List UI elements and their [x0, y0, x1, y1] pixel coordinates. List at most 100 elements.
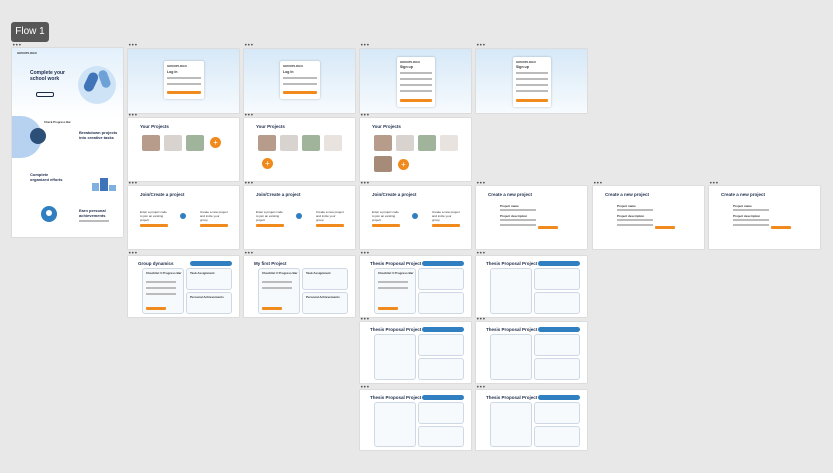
create-name-input[interactable] [500, 209, 536, 211]
checklist-panel [374, 402, 416, 447]
project-thumb[interactable] [258, 135, 276, 151]
project-thumb[interactable] [164, 135, 182, 151]
signup-field[interactable] [400, 78, 432, 80]
dashboard-frame-7[interactable]: Thesis Proposal Project [360, 390, 471, 450]
login-brand: GROUPLOGO [167, 64, 187, 68]
create-submit-button[interactable] [771, 226, 791, 229]
add-project-button[interactable]: + [262, 158, 273, 169]
join-button[interactable] [256, 224, 284, 227]
create-button[interactable] [432, 224, 460, 227]
login-button[interactable] [283, 91, 317, 94]
project-thumb[interactable] [374, 135, 392, 151]
projects-frame-1[interactable]: Your Projects + [128, 118, 239, 181]
hero-button[interactable] [36, 92, 54, 97]
group-code-pill[interactable] [538, 395, 580, 400]
add-project-button[interactable]: + [210, 137, 221, 148]
checklist-item[interactable] [262, 281, 292, 283]
checklist-item[interactable] [262, 287, 292, 289]
signup-button[interactable] [516, 99, 548, 102]
create-button[interactable] [200, 224, 228, 227]
dashboard-frame-8[interactable]: Thesis Proposal Project [476, 390, 587, 450]
projects-frame-3[interactable]: Your Projects + [360, 118, 471, 181]
signup-field[interactable] [516, 84, 548, 86]
login-button[interactable] [167, 91, 201, 94]
frame-handle[interactable]: ••• [128, 43, 138, 49]
project-thumb[interactable] [302, 135, 320, 151]
login-frame-1[interactable]: GROUPLOGO Log in [128, 49, 239, 113]
checklist-item[interactable] [146, 293, 176, 295]
join-frame-3[interactable]: Join/Create a project Enter a project co… [360, 186, 471, 249]
group-code-pill[interactable] [422, 395, 464, 400]
login-frame-2[interactable]: GROUPLOGO Log in [244, 49, 355, 113]
login-email-field[interactable] [167, 77, 201, 79]
signup-field[interactable] [516, 78, 548, 80]
group-code-pill[interactable] [538, 327, 580, 332]
project-thumb[interactable] [280, 135, 298, 151]
login-email-field[interactable] [283, 77, 317, 79]
checklist-panel [374, 334, 416, 380]
create-frame-1[interactable]: Create a new project Project name Projec… [476, 186, 587, 249]
create-submit-button[interactable] [655, 226, 675, 229]
project-thumb[interactable] [186, 135, 204, 151]
dashboard-frame-6[interactable]: Thesis Proposal Project [476, 322, 587, 383]
dashboard-frame-5[interactable]: Thesis Proposal Project [360, 322, 471, 383]
join-button[interactable] [372, 224, 400, 227]
signup-frame-1[interactable]: GROUPLOGO Sign up [360, 49, 471, 113]
project-thumb[interactable] [374, 156, 392, 172]
create-desc-input[interactable] [500, 219, 536, 221]
group-code-pill[interactable] [190, 261, 232, 266]
task-panel [534, 402, 580, 424]
signup-field[interactable] [516, 72, 548, 74]
login-password-field[interactable] [283, 83, 317, 85]
frame-handle[interactable]: ••• [360, 43, 370, 49]
create-name-input[interactable] [617, 209, 653, 211]
join-frame-2[interactable]: Join/Create a project Enter a project co… [244, 186, 355, 249]
projects-frame-2[interactable]: Your Projects + [244, 118, 355, 181]
join-button[interactable] [140, 224, 168, 227]
project-thumb[interactable] [324, 135, 342, 151]
create-desc-input[interactable] [733, 219, 769, 221]
signup-title: Sign up [400, 65, 413, 69]
flow-label[interactable]: Flow 1 [11, 22, 49, 42]
create-submit-button[interactable] [538, 226, 558, 229]
dashboard-frame-3[interactable]: Thesis Proposal Project Checklist // Pro… [360, 256, 471, 317]
dashboard-frame-4[interactable]: Thesis Proposal Project [476, 256, 587, 317]
create-desc-input[interactable] [500, 224, 536, 226]
create-frame-2[interactable]: Create a new project Project name Projec… [593, 186, 704, 249]
checklist-item[interactable] [378, 287, 408, 289]
achievements-panel [534, 358, 580, 380]
checklist-item[interactable] [378, 281, 408, 283]
frame-handle[interactable]: ••• [244, 43, 254, 49]
achievements-title: Personal Achievements [190, 295, 224, 299]
frame-handle[interactable]: ••• [476, 43, 486, 49]
achievements-panel [418, 358, 464, 380]
signup-button[interactable] [400, 99, 432, 102]
signup-field[interactable] [400, 72, 432, 74]
project-thumb[interactable] [142, 135, 160, 151]
create-desc-input[interactable] [617, 219, 653, 221]
login-password-field[interactable] [167, 83, 201, 85]
join-frame-1[interactable]: Join/Create a project Enter a project co… [128, 186, 239, 249]
landing-frame[interactable]: GROUPLOGO Complete your school work Chec… [12, 48, 123, 237]
group-code-pill[interactable] [538, 261, 580, 266]
signup-field[interactable] [400, 90, 432, 92]
checklist-item[interactable] [146, 281, 176, 283]
project-thumb[interactable] [418, 135, 436, 151]
create-frame-3[interactable]: Create a new project Project name Projec… [709, 186, 820, 249]
create-desc-input[interactable] [617, 224, 653, 226]
signup-frame-2[interactable]: GROUPLOGO Sign up [476, 49, 587, 113]
signup-field[interactable] [400, 84, 432, 86]
project-thumb[interactable] [396, 135, 414, 151]
create-name-input[interactable] [733, 209, 769, 211]
create-button[interactable] [316, 224, 344, 227]
projects-title: Your Projects [256, 124, 285, 129]
add-project-button[interactable]: + [398, 159, 409, 170]
project-thumb[interactable] [440, 135, 458, 151]
create-desc-input[interactable] [733, 224, 769, 226]
checklist-item[interactable] [146, 287, 176, 289]
group-code-pill[interactable] [422, 327, 464, 332]
group-code-pill[interactable] [422, 261, 464, 266]
dashboard-frame-1[interactable]: Group dynamics Checklist // Progress Bar… [128, 256, 239, 317]
dashboard-frame-2[interactable]: My first Project Checklist // Progress B… [244, 256, 355, 317]
signup-field[interactable] [516, 90, 548, 92]
